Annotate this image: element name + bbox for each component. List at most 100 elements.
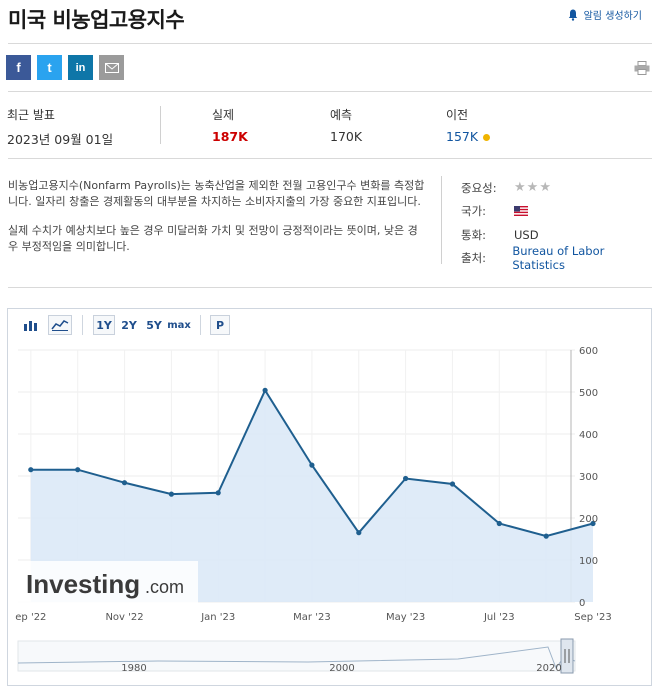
x-tick-label: Jul '23 [483, 612, 515, 623]
divider [8, 158, 652, 159]
divider [160, 106, 161, 144]
currency-row: 통화: USD [461, 223, 656, 247]
actual-value: 187K [212, 129, 248, 144]
data-point [75, 467, 81, 473]
data-point [449, 481, 456, 487]
data-point [215, 490, 221, 496]
bar-chart-button[interactable] [20, 315, 42, 335]
x-tick-label: May '23 [386, 612, 425, 623]
linkedin-share-button[interactable]: in [68, 55, 93, 80]
email-share-button[interactable] [99, 55, 124, 80]
event-meta: 중요성: ★ ★ ★ 국가: 통화: USD 출처: Bureau of Labor… [461, 176, 656, 272]
envelope-icon [104, 62, 119, 73]
forecast-stat: 예측 170K [330, 106, 362, 144]
actual-label: 실제 [212, 108, 235, 122]
star-icon: ★ [514, 180, 527, 196]
forecast-value: 170K [330, 129, 363, 144]
previous-value: 157K [446, 129, 479, 144]
data-point [356, 530, 362, 536]
country-row: 국가: [461, 200, 656, 224]
data-point [28, 467, 34, 473]
nfp-chart: 0 100 200 300 400 500 600 ep '22 Nov '22 Jan '23… [12, 346, 612, 674]
country-label: 국가: [461, 204, 487, 219]
range-5y-button[interactable]: 5Y [143, 315, 165, 335]
revision-dot-icon [483, 134, 491, 141]
source-link[interactable]: Bureau of Labor Statistics [512, 244, 656, 272]
divider [8, 287, 652, 288]
forecast-label: 예측 [330, 108, 353, 122]
area-chart-icon [51, 320, 69, 331]
navigator-handle [560, 638, 574, 674]
star-icon: ★ [539, 180, 552, 196]
us-flag-icon [514, 206, 528, 217]
star-icon: ★ [526, 180, 540, 196]
data-point [403, 475, 409, 482]
print-icon[interactable] [634, 61, 650, 75]
data-point [168, 491, 174, 497]
latest-release-date: 2023년 09월 01일 [7, 132, 114, 147]
source-label: 출처: [461, 251, 487, 266]
range-2y-button[interactable]: 2Y [118, 315, 140, 335]
chart-toolbar: 1Y 2Y 5Y max P [8, 309, 651, 339]
release-stats: 최근 발표 2023년 09월 01일 실제 187K 예측 170K 이전 1… [0, 104, 660, 154]
description-paragraph: 실제 수치가 예상치보다 높은 경우 미달러화 가치 및 전망이 긍정적이라는 … [8, 224, 418, 253]
facebook-share-button[interactable]: f [6, 55, 31, 80]
y-tick-label: 400 [579, 430, 598, 441]
toolbar-divider [200, 315, 201, 335]
importance-row: 중요성: ★ ★ ★ [461, 176, 656, 200]
source-row: 출처: Bureau of Labor Statistics [461, 244, 656, 272]
watermark-text: Investing [26, 569, 140, 599]
bar-chart-icon [24, 321, 37, 331]
previous-label: 이전 [446, 108, 469, 122]
latest-release: 최근 발표 2023년 09월 01일 [7, 106, 113, 148]
watermark-suffix: .com [145, 577, 184, 597]
actual-stat: 실제 187K [212, 106, 248, 144]
linkedin-icon: in [75, 61, 86, 74]
divider [8, 91, 652, 92]
data-point [262, 387, 268, 393]
currency-label: 통화: [461, 227, 487, 242]
y-tick-label: 200 [579, 514, 598, 525]
navigator-tick-label: 1980 [121, 663, 146, 674]
investing-logo: Investing .com [12, 561, 198, 605]
page-title: 미국 비농업고용지수 [8, 8, 185, 32]
create-alert-label: 알림 생성하기 [583, 11, 642, 22]
y-tick-label: 100 [579, 556, 598, 567]
x-tick-label: Nov '22 [105, 612, 143, 623]
x-tick-label: Jan '23 [200, 612, 235, 623]
description: 비농업고용지수(Nonfarm Payrolls)는 농축산업을 제외한 전월 … [8, 178, 426, 268]
twitter-share-button[interactable]: t [37, 55, 62, 80]
toolbar-divider [82, 315, 83, 335]
y-tick-label: 0 [579, 598, 585, 609]
data-point [496, 520, 502, 527]
navigator-tick-label: 2000 [329, 663, 354, 674]
x-tick-label: Mar '23 [293, 612, 331, 623]
navigator-track [17, 640, 576, 672]
share-bar: f t in [6, 55, 124, 80]
data-point [543, 533, 549, 539]
importance-label: 중요성: [461, 180, 497, 195]
twitter-icon: t [47, 60, 52, 75]
bell-icon [568, 9, 577, 21]
create-alert-link[interactable]: 알림 생성하기 [568, 7, 642, 22]
y-tick-label: 300 [579, 472, 598, 483]
data-point [121, 480, 128, 486]
area-chart-button[interactable] [48, 315, 72, 335]
description-paragraph: 비농업고용지수(Nonfarm Payrolls)는 농축산업을 제외한 전월 … [8, 179, 425, 208]
currency-value: USD [514, 227, 539, 242]
x-tick-label: ep '22 [15, 612, 46, 623]
chart-panel: 1Y 2Y 5Y max P 0 100 200 300 400 500 600 ep '2… [7, 308, 652, 686]
navigator-tick-label: 2020 [536, 663, 561, 674]
divider [8, 43, 652, 44]
range-1y-button[interactable]: 1Y [93, 315, 115, 335]
divider [441, 176, 442, 264]
data-point [309, 462, 315, 468]
range-max-button[interactable]: max [166, 315, 192, 335]
y-tick-label: 500 [579, 388, 598, 399]
p-button[interactable]: P [210, 315, 230, 335]
latest-release-label: 최근 발표 [7, 108, 55, 122]
previous-stat: 이전 157K [446, 106, 491, 144]
facebook-icon: f [16, 60, 21, 75]
x-tick-label: Sep '23 [574, 612, 612, 623]
range-navigator[interactable]: 1980 2000 2020 [17, 638, 576, 674]
